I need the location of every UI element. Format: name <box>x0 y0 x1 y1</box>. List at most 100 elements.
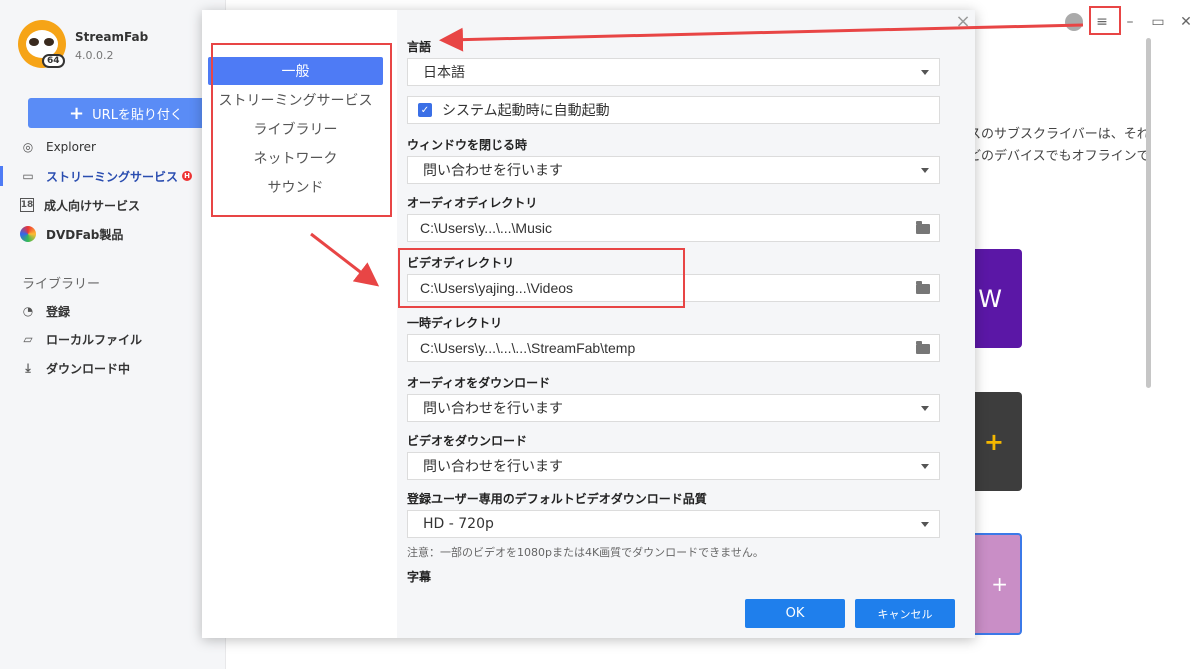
theme-toggle[interactable] <box>1064 10 1084 34</box>
audio-dir-input[interactable]: C:\Users\y...\...\Music <box>407 214 940 242</box>
close-icon: × <box>955 10 971 32</box>
sidebar-item-local-files[interactable]: ▱ ローカルファイル <box>20 329 142 349</box>
settings-nav: 一般 ストリーミングサービス ライブラリー ネットワーク サウンド <box>202 10 397 638</box>
temp-dir-input[interactable]: C:\Users\y...\...\...\StreamFab\temp <box>407 334 940 362</box>
temp-dir-label: 一時ディレクトリ <box>407 316 503 330</box>
settings-tab-streaming[interactable]: ストリーミングサービス <box>208 86 383 114</box>
sidebar-item-label: ダウンロード中 <box>46 361 131 376</box>
sidebar-item-adult[interactable]: 18 成人向けサービス <box>20 195 140 215</box>
autostart-checkbox-row[interactable]: ✓ システム起動時に自動起動 <box>407 96 940 124</box>
quality-select[interactable]: HD - 720p <box>407 510 940 538</box>
app-name: StreamFab <box>75 30 149 44</box>
app-version: 4.0.0.2 <box>75 49 114 62</box>
quality-value: HD - 720p <box>423 516 494 532</box>
rss-icon: ◔ <box>22 304 34 318</box>
service-tile[interactable]: + <box>968 392 1022 491</box>
sidebar-item-label: 成人向けサービス <box>44 198 141 213</box>
minimize-button[interactable]: – <box>1120 10 1140 34</box>
description-line: スのサブスクライバーは、それ <box>968 127 1150 142</box>
logo-badge: 64 <box>42 54 65 68</box>
sidebar-item-label: Explorer <box>46 140 96 154</box>
download-video-value: 問い合わせを行います <box>423 459 563 475</box>
tile-text: W <box>978 284 1002 313</box>
chevron-down-icon <box>921 522 929 527</box>
close-window-label: ウィンドウを閉じる時 <box>407 138 528 152</box>
minimize-icon: – <box>1126 14 1134 30</box>
dvdfab-icon <box>20 226 36 242</box>
settings-tab-sound[interactable]: サウンド <box>208 173 383 201</box>
tile-text: + <box>991 572 1008 596</box>
paste-url-label: URLを貼り付く <box>92 107 183 123</box>
dialog-close-button[interactable]: × <box>955 10 971 32</box>
audio-dir-label: オーディオディレクトリ <box>407 196 538 210</box>
menu-button[interactable]: ≡ <box>1092 10 1112 34</box>
quality-note: 注意：一部のビデオを1080pまたは4K画質でダウンロードできません。 <box>407 546 764 559</box>
service-tile[interactable]: + <box>968 533 1022 635</box>
tile-text: + <box>983 427 1004 456</box>
hamburger-icon: ≡ <box>1096 14 1108 30</box>
sidebar-item-explorer[interactable]: ◎ Explorer <box>20 137 96 157</box>
close-button[interactable]: ✕ <box>1176 10 1194 34</box>
sidebar-item-label: DVDFab製品 <box>46 227 124 242</box>
audio-dir-value: C:\Users\y...\...\Music <box>420 220 552 236</box>
plus-icon: + <box>69 102 85 124</box>
close-window-value: 問い合わせを行います <box>423 163 563 179</box>
settings-scrollbar[interactable] <box>1146 38 1151 388</box>
maximize-button[interactable]: ▭ <box>1148 10 1168 34</box>
chevron-down-icon <box>921 406 929 411</box>
folder-icon[interactable] <box>916 281 930 294</box>
video-dir-input[interactable]: C:\Users\yajing...\Videos <box>407 274 940 302</box>
globe-icon: ◎ <box>22 140 34 154</box>
subtitle-label: 字幕 <box>407 570 432 584</box>
sidebar-item-dvdfab[interactable]: DVDFab製品 <box>20 224 123 244</box>
settings-content: × 言語 日本語 ✓ システム起動時に自動起動 ウィンドウを閉じる時 問い合わせ… <box>397 10 1151 638</box>
description-line: どのデバイスでもオフラインで <box>968 149 1150 164</box>
active-indicator <box>0 166 3 186</box>
maximize-icon: ▭ <box>1151 14 1165 30</box>
video-dir-value: C:\Users\yajing...\Videos <box>420 280 574 296</box>
close-icon: ✕ <box>1180 14 1192 30</box>
main-description: スのサブスクライバーは、それ どのデバイスでもオフラインで <box>968 124 1150 168</box>
paste-url-button[interactable]: + URLを貼り付く <box>28 98 224 128</box>
window-controls: ≡ – ▭ ✕ <box>1064 10 1194 34</box>
settings-tab-general[interactable]: 一般 <box>208 57 383 85</box>
close-window-select[interactable]: 問い合わせを行います <box>407 156 940 184</box>
new-badge: H <box>182 171 193 181</box>
download-video-select[interactable]: 問い合わせを行います <box>407 452 940 480</box>
language-select[interactable]: 日本語 <box>407 58 940 86</box>
autostart-label: システム起動時に自動起動 <box>442 103 610 119</box>
sidebar-item-label: ストリーミングサービス <box>46 169 179 184</box>
tv-icon: ▭ <box>22 169 34 183</box>
sidebar-item-streaming[interactable]: ▭ ストリーミングサービス H <box>20 166 193 186</box>
streamfab-logo: 64 <box>18 20 66 68</box>
chevron-down-icon <box>921 168 929 173</box>
settings-tab-library[interactable]: ライブラリー <box>208 115 383 143</box>
cancel-button[interactable]: キャンセル <box>855 599 955 628</box>
folder-icon: ▱ <box>23 332 33 346</box>
temp-dir-value: C:\Users\y...\...\...\StreamFab\temp <box>420 340 636 356</box>
settings-tab-network[interactable]: ネットワーク <box>208 144 383 172</box>
language-value: 日本語 <box>423 65 465 81</box>
folder-icon[interactable] <box>916 341 930 354</box>
download-audio-label: オーディオをダウンロード <box>407 376 551 390</box>
sidebar-item-label: ローカルファイル <box>46 332 143 347</box>
folder-icon[interactable] <box>916 221 930 234</box>
quality-label: 登録ユーザー専用のデフォルトビデオダウンロード品質 <box>407 492 707 506</box>
ok-button[interactable]: OK <box>745 599 845 628</box>
chevron-down-icon <box>921 464 929 469</box>
settings-dialog: 一般 ストリーミングサービス ライブラリー ネットワーク サウンド × 言語 日… <box>202 10 1151 638</box>
download-audio-select[interactable]: 問い合わせを行います <box>407 394 940 422</box>
video-dir-label: ビデオディレクトリ <box>407 256 515 270</box>
sidebar-item-label: 登録 <box>46 304 71 319</box>
download-audio-value: 問い合わせを行います <box>423 401 563 417</box>
download-video-label: ビデオをダウンロード <box>407 434 528 448</box>
service-tile[interactable]: W <box>968 249 1022 348</box>
library-section-label: ライブラリー <box>22 277 101 292</box>
sidebar-item-subscriptions[interactable]: ◔ 登録 <box>20 301 70 321</box>
autostart-checkbox[interactable]: ✓ <box>418 103 432 117</box>
download-icon: ⤓ <box>25 360 31 375</box>
sidebar-item-downloading[interactable]: ⤓ ダウンロード中 <box>20 358 130 378</box>
sidebar: 64 StreamFab 4.0.0.2 + URLを貼り付く ◎ Explor… <box>0 0 226 669</box>
18-icon: 18 <box>20 198 34 212</box>
language-label: 言語 <box>407 40 432 54</box>
